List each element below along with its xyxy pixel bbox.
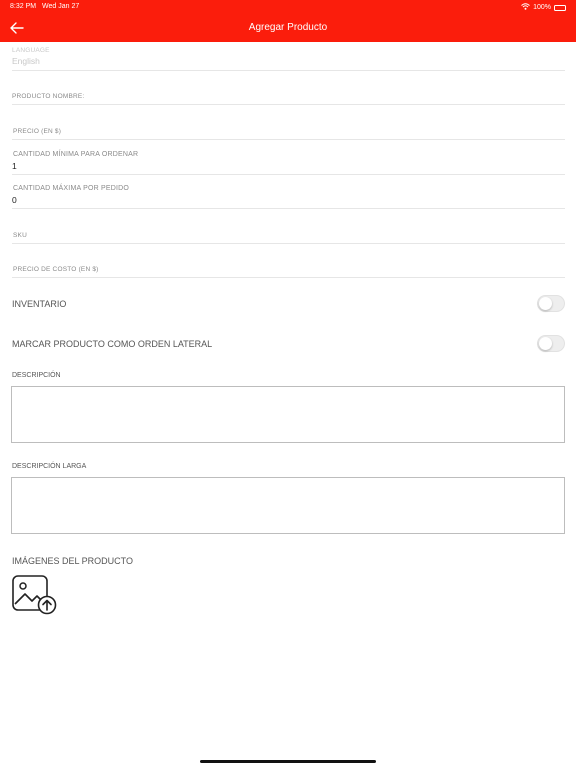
language-label: LANGUAGE — [12, 47, 50, 54]
sku-label: SKU — [13, 232, 27, 239]
product-name-label: PRODUCTO NOMBRE: — [12, 93, 85, 100]
sku-field[interactable]: SKU — [12, 232, 565, 244]
image-upload-icon — [12, 575, 57, 615]
side-order-label: MARCAR PRODUCTO COMO ORDEN LATERAL — [12, 339, 213, 349]
side-order-toggle[interactable] — [537, 335, 565, 352]
long-description-textarea[interactable] — [11, 477, 565, 534]
description-textarea[interactable] — [11, 386, 565, 443]
product-name-field[interactable]: PRODUCTO NOMBRE: — [12, 93, 565, 105]
description-label: DESCRIPCIÓN — [12, 372, 61, 379]
battery-icon — [554, 4, 566, 11]
home-indicator — [200, 760, 376, 763]
min-quantity-field[interactable]: CANTIDAD MÍNIMA PARA ORDENAR 1 — [12, 151, 565, 175]
status-right: 100% — [521, 3, 566, 12]
wifi-icon — [521, 3, 530, 12]
price-label: PRECIO (EN $) — [13, 128, 62, 135]
side-order-row: MARCAR PRODUCTO COMO ORDEN LATERAL — [12, 335, 565, 353]
language-field[interactable]: LANGUAGE English — [12, 47, 565, 71]
max-quantity-field[interactable]: CANTIDAD MÁXIMA POR PEDIDO 0 — [12, 185, 565, 209]
min-quantity-input[interactable]: 1 — [12, 161, 565, 171]
product-images-label: IMÁGENES DEL PRODUCTO — [12, 556, 134, 566]
battery-percent: 100% — [533, 4, 551, 11]
status-bar: 8:32 PM Wed Jan 27 100% — [0, 0, 576, 14]
page-title: Agregar Producto — [248, 22, 328, 33]
long-description-label: DESCRIPCIÓN LARGA — [12, 463, 87, 470]
image-upload-button[interactable] — [12, 575, 58, 615]
cost-price-label: PRECIO DE COSTO (EN $) — [13, 266, 99, 273]
inventory-row: INVENTARIO — [12, 295, 565, 313]
status-time: 8:32 PM — [10, 3, 37, 10]
cost-price-field[interactable]: PRECIO DE COSTO (EN $) — [12, 266, 565, 278]
inventory-label: INVENTARIO — [12, 299, 67, 309]
max-quantity-input[interactable]: 0 — [12, 195, 565, 205]
min-quantity-label: CANTIDAD MÍNIMA PARA ORDENAR — [13, 151, 139, 158]
max-quantity-label: CANTIDAD MÁXIMA POR PEDIDO — [13, 185, 130, 192]
price-field[interactable]: PRECIO (EN $) — [12, 128, 565, 140]
status-date: Wed Jan 27 — [42, 3, 80, 10]
inventory-toggle[interactable] — [537, 295, 565, 312]
app-header: 8:32 PM Wed Jan 27 100% Agregar Producto — [0, 0, 576, 42]
language-value[interactable]: English — [12, 56, 565, 66]
